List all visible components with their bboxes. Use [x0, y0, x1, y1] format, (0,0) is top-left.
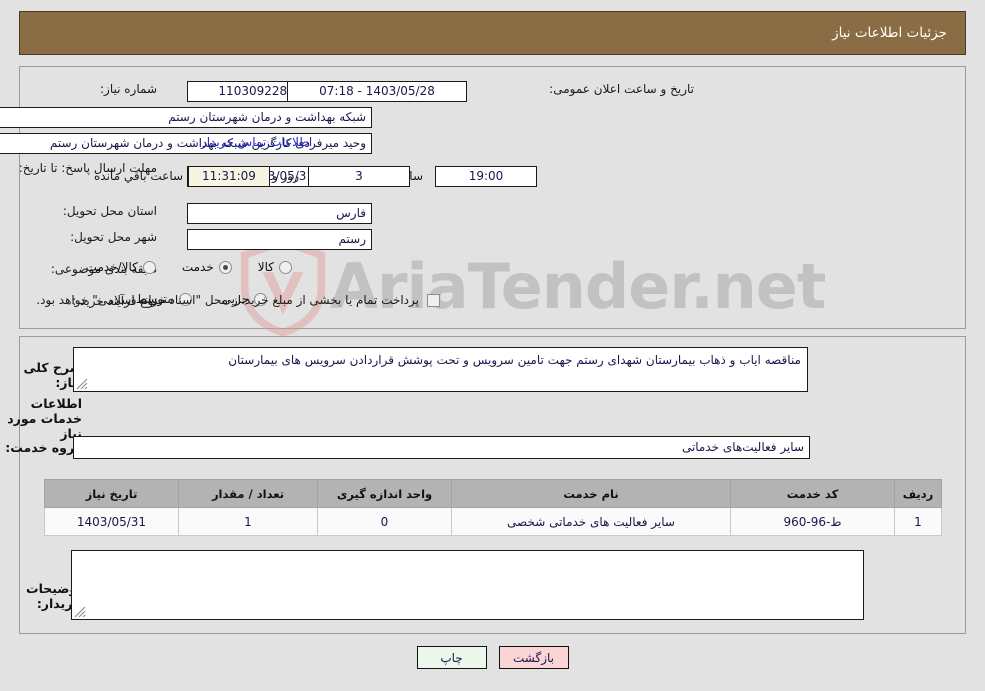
announce-datetime-field[interactable]: 1403/05/28 - 07:18	[287, 81, 467, 102]
buyer-org-field[interactable]: شبکه بهداشت و درمان شهرستان رستم	[0, 107, 372, 128]
category-option-goods-service-label: کالا/خدمت	[85, 260, 138, 274]
deadline-countdown-field: 11:31:09	[188, 166, 270, 187]
deadline-days-separator: روز و	[272, 169, 299, 183]
cell-service-code: ط-96-960	[730, 507, 895, 536]
cell-quantity: 1	[178, 507, 318, 536]
need-number-label-row: شماره نیاز:	[100, 82, 157, 97]
table-header-row: ردیف کد خدمت نام خدمت واحد اندازه گیری ت…	[44, 479, 942, 508]
category-options: کالا خدمت کالا/خدمت	[86, 260, 292, 274]
category-option-goods[interactable]: کالا	[258, 260, 292, 274]
province-label: استان محل تحویل:	[62, 204, 157, 218]
summary-textarea[interactable]: مناقصه ایاب و ذهاب بیمارستان شهدای رستم …	[73, 347, 808, 392]
need-info-panel	[19, 66, 966, 329]
radio-goods-service[interactable]	[142, 260, 156, 274]
category-option-goods-label: کالا	[257, 260, 274, 274]
col-index: ردیف	[894, 479, 942, 508]
cell-service-name: سایر فعالیت های خدماتی شخصی	[451, 507, 731, 536]
footer-bar: بازگشت چاپ	[0, 646, 985, 669]
cell-index: 1	[894, 507, 942, 536]
deadline-hour-field[interactable]: 19:00	[435, 166, 537, 187]
service-table: ردیف کد خدمت نام خدمت واحد اندازه گیری ت…	[44, 479, 942, 536]
section-title: اطلاعات خدمات مورد نیاز	[7, 396, 82, 441]
page-header: جزئیات اطلاعات نیاز	[19, 11, 966, 55]
deadline-countdown-suffix: ساعت باقي مانده	[94, 169, 184, 183]
requester-field[interactable]: وحید میرفردی کارگزین شبکه بهداشت و درمان…	[0, 133, 372, 154]
summary-label: شرح کلی نیاز:	[23, 360, 82, 390]
city-field[interactable]: رستم	[187, 229, 372, 250]
category-option-service[interactable]: خدمت	[182, 260, 232, 274]
cell-unit: 0	[317, 507, 452, 536]
page-title: جزئیات اطلاعات نیاز	[832, 25, 947, 41]
radio-service[interactable]	[218, 260, 232, 274]
deadline-days-field[interactable]: 3	[308, 166, 410, 187]
buyer-contact-link[interactable]: اطلاعات تماس خریدار	[201, 135, 312, 149]
province-field[interactable]: فارس	[187, 203, 372, 224]
print-button[interactable]: چاپ	[416, 646, 487, 669]
buyer-notes-label: توضیحات خریدار:	[26, 581, 82, 611]
resize-handle-icon[interactable]	[76, 378, 88, 390]
treasury-note-option[interactable]: پرداخت تمام یا بخشی از مبلغ خرید،از محل …	[36, 293, 440, 308]
return-button[interactable]: بازگشت	[498, 646, 569, 669]
col-service-name: نام خدمت	[451, 479, 731, 508]
radio-goods[interactable]	[279, 260, 292, 274]
treasury-note-text: پرداخت تمام یا بخشی از مبلغ خرید،از محل …	[36, 293, 419, 307]
city-label-row: شهر محل تحویل:	[70, 230, 157, 245]
col-need-date: تاریخ نیاز	[44, 479, 179, 508]
summary-value: مناقصه ایاب و ذهاب بیمارستان شهدای رستم …	[228, 353, 801, 367]
cell-need-date: 1403/05/31	[44, 507, 179, 536]
service-group-label: گروه خدمت:	[5, 440, 82, 455]
col-quantity: تعداد / مقدار	[178, 479, 318, 508]
col-unit: واحد اندازه گیری	[317, 479, 452, 508]
city-label: شهر محل تحویل:	[70, 230, 157, 244]
treasury-note-checkbox[interactable]	[427, 294, 440, 307]
resize-handle-icon[interactable]	[74, 606, 86, 618]
category-option-goods-service[interactable]: کالا/خدمت	[86, 260, 156, 274]
announce-datetime-label: تاریخ و ساعت اعلان عمومی:	[549, 82, 694, 96]
col-service-code: کد خدمت	[730, 479, 895, 508]
need-number-label: شماره نیاز:	[100, 82, 157, 96]
category-option-service-label: خدمت	[181, 260, 214, 274]
service-group-field[interactable]: سایر فعالیت‌های خدماتی	[73, 436, 810, 459]
announce-datetime-label-row: تاریخ و ساعت اعلان عمومی:	[549, 82, 694, 97]
table-row: 1 ط-96-960 سایر فعالیت های خدماتی شخصی 0…	[44, 507, 942, 536]
buyer-notes-textarea[interactable]	[71, 550, 864, 620]
province-label-row: استان محل تحویل:	[63, 204, 157, 219]
